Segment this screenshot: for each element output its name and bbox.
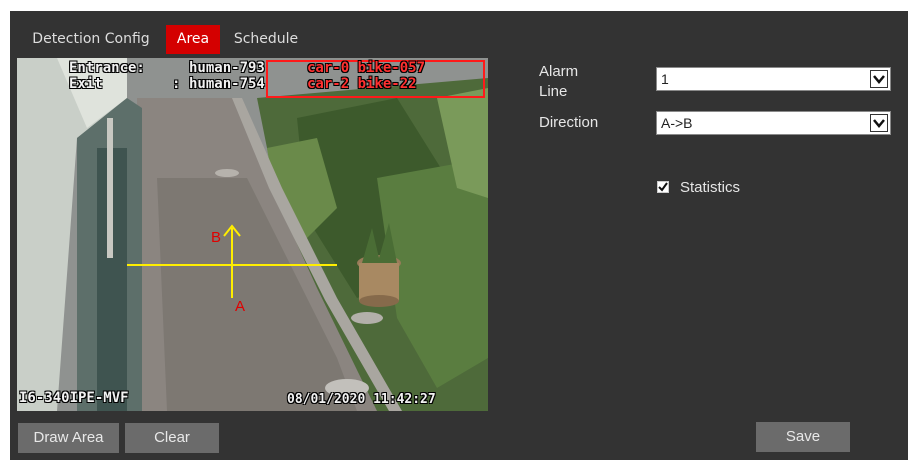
video-preview[interactable]: Entrance: Exit : human-793 human-754 car…	[17, 58, 488, 411]
entrance-vehicle-counts: car-0 bike-057	[307, 60, 426, 76]
tab-area[interactable]: Area	[166, 25, 220, 54]
clear-button[interactable]: Clear	[125, 423, 219, 453]
settings-panel: Detection Config Area Schedule Entrance:…	[10, 11, 908, 460]
statistics-checkbox[interactable]	[657, 181, 669, 193]
camera-scene	[17, 58, 488, 411]
checkmark-icon	[658, 182, 668, 192]
statistics-label: Statistics	[680, 179, 741, 196]
tab-detection-config[interactable]: Detection Config	[20, 25, 162, 54]
entrance-label: Entrance:	[69, 60, 145, 76]
exit-human-count: human-754	[189, 76, 265, 92]
direction-label: Direction	[539, 114, 599, 131]
alarm-line-value: 1	[661, 71, 669, 87]
alarm-line-label: Alarm Line	[539, 62, 578, 102]
alarm-line-label-line2: Line	[539, 83, 568, 100]
exit-colon: :	[172, 76, 181, 92]
tab-schedule[interactable]: Schedule	[224, 25, 308, 54]
direction-value: A->B	[661, 115, 693, 131]
chevron-down-icon[interactable]	[870, 114, 888, 132]
draw-area-button[interactable]: Draw Area	[18, 423, 119, 453]
alarm-line-label-line1: Alarm	[539, 63, 579, 80]
camera-name: I6-340IPE-MVF	[19, 390, 129, 406]
direction-select[interactable]: A->B	[656, 111, 891, 135]
save-button[interactable]: Save	[756, 422, 850, 452]
exit-label: Exit	[69, 76, 103, 92]
line-label-a: A	[235, 298, 246, 315]
line-label-b: B	[211, 229, 222, 246]
alarm-line-select[interactable]: 1	[656, 67, 891, 91]
entrance-human-count: human-793	[189, 60, 265, 76]
timestamp: 08/01/2020 11:42:27	[287, 392, 436, 407]
chevron-down-icon[interactable]	[870, 70, 888, 88]
exit-vehicle-counts: car-2 bike-22	[307, 76, 417, 92]
